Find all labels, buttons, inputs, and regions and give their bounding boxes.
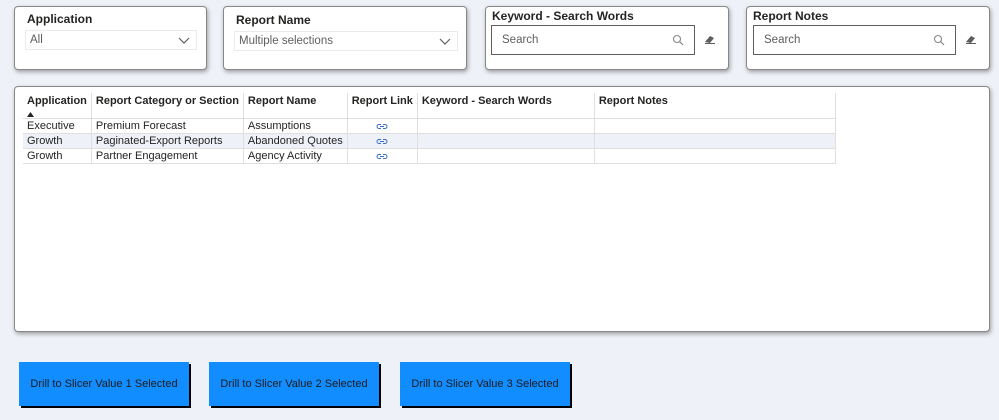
drill-slicer-2-button[interactable]: Drill to Slicer Value 2 Selected: [209, 362, 379, 406]
keyword-slicer-title: Keyword - Search Words: [492, 9, 634, 23]
link-icon[interactable]: [376, 122, 388, 131]
column-header-report-notes[interactable]: Report Notes: [594, 93, 836, 119]
cell-report-name: Abandoned Quotes: [243, 133, 348, 149]
cell-report-name: Assumptions: [243, 118, 348, 134]
cell-report-notes: [594, 148, 836, 164]
cell-keyword: [417, 133, 595, 149]
report-name-slicer: Report Name Multiple selections: [223, 6, 467, 70]
column-header-report-name[interactable]: Report Name: [243, 93, 348, 119]
cell-report-category: Premium Forecast: [91, 118, 244, 134]
drill-slicer-3-button[interactable]: Drill to Slicer Value 3 Selected: [400, 362, 570, 406]
column-header-keyword[interactable]: Keyword - Search Words: [417, 93, 595, 119]
report-table: Application Report Category or Section R…: [23, 93, 836, 164]
table-row: Growth Partner Engagement Agency Activit…: [23, 148, 836, 164]
cell-report-name: Agency Activity: [243, 148, 348, 164]
report-notes-search-input[interactable]: [762, 33, 916, 47]
cell-report-link: [347, 148, 418, 164]
column-header-report-link[interactable]: Report Link: [347, 93, 418, 119]
search-icon[interactable]: [672, 34, 684, 46]
chevron-down-icon: [439, 38, 451, 45]
table-row: Growth Paginated-Export Reports Abandone…: [23, 133, 836, 149]
cell-application: Growth: [23, 148, 92, 164]
cell-report-link: [347, 118, 418, 134]
cell-application: Executive: [23, 118, 92, 134]
sort-up-icon: [27, 112, 34, 117]
cell-report-notes: [594, 133, 836, 149]
table-row: Executive Premium Forecast Assumptions: [23, 118, 836, 134]
drill-slicer-1-button[interactable]: Drill to Slicer Value 1 Selected: [19, 362, 189, 406]
report-notes-slicer-title: Report Notes: [753, 9, 829, 23]
report-name-slicer-title: Report Name: [236, 13, 311, 27]
application-slicer: Application All: [14, 6, 207, 70]
cell-keyword: [417, 118, 595, 134]
cell-application: Growth: [23, 133, 92, 149]
eraser-icon[interactable]: [703, 33, 717, 45]
report-table-visual: Application Report Category or Section R…: [14, 86, 990, 332]
application-dropdown-value: All: [30, 34, 43, 46]
report-name-dropdown[interactable]: Multiple selections: [234, 31, 458, 51]
column-header-application[interactable]: Application: [23, 93, 92, 119]
eraser-icon[interactable]: [964, 33, 978, 45]
report-notes-slicer: Report Notes: [746, 6, 990, 70]
keyword-search-input[interactable]: [500, 33, 654, 47]
cell-report-category: Paginated-Export Reports: [91, 133, 244, 149]
cell-report-link: [347, 133, 418, 149]
search-icon[interactable]: [933, 34, 945, 46]
column-header-report-category[interactable]: Report Category or Section: [91, 93, 244, 119]
keyword-search-box: [491, 25, 695, 55]
application-slicer-title: Application: [27, 12, 93, 26]
table-header-row: Application Report Category or Section R…: [23, 93, 836, 119]
report-notes-search-box: [753, 25, 956, 55]
keyword-slicer: Keyword - Search Words: [485, 6, 729, 70]
link-icon[interactable]: [376, 152, 388, 161]
cell-keyword: [417, 148, 595, 164]
application-dropdown[interactable]: All: [25, 30, 197, 50]
chevron-down-icon: [178, 37, 190, 44]
cell-report-notes: [594, 118, 836, 134]
cell-report-category: Partner Engagement: [91, 148, 244, 164]
report-name-dropdown-value: Multiple selections: [239, 35, 333, 47]
link-icon[interactable]: [376, 137, 388, 146]
